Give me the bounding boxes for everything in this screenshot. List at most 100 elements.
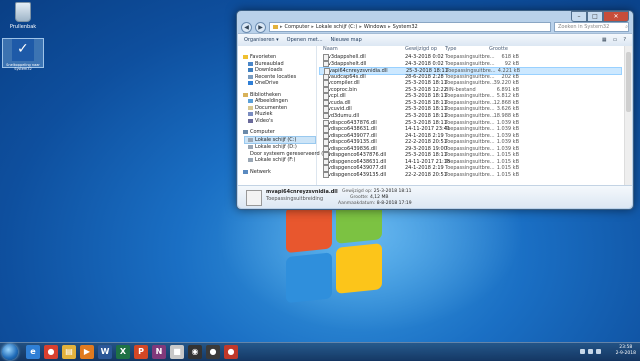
chrome-icon[interactable]: ● (44, 345, 58, 359)
nav-item-onedrive[interactable]: OneDrive (238, 80, 316, 87)
file-row[interactable]: mvdispco6439135.dll 22-2-2018 20:51 Toepas… (319, 139, 622, 146)
file-date: 24-1-2018 2:19 (405, 165, 444, 172)
file-row[interactable]: mvd3dumu.dll 25-3-2018 18:11 Toepassingsui… (319, 112, 622, 120)
file-row[interactable]: mv3dappshell.dll 24-3-2018 0:02 Toepassing… (319, 54, 622, 61)
file-name: mvcpl.dll (323, 93, 346, 100)
file-row[interactable]: mvaudcap64s.dll 28-6-2018 2:28 Toepassings… (319, 73, 622, 81)
desktop-icon-label: Prullenbak (9, 24, 37, 30)
tray-flag-icon[interactable] (580, 349, 585, 354)
file-type: Toepassingsuitbre... (445, 132, 495, 139)
breadcrumb-item[interactable]: Computer (285, 24, 310, 30)
nav-item-drive-c[interactable]: Lokale schijf (C:) (244, 135, 316, 144)
breadcrumb-item[interactable]: Lokale schijf (C:) (316, 24, 357, 30)
sticky-app-icon[interactable]: ■ (170, 345, 184, 359)
tray-volume-icon[interactable] (596, 349, 601, 354)
file-row[interactable]: mvdispgenco6437876.dll 25-3-2018 18:11 Toe… (319, 152, 622, 159)
file-row[interactable]: mvdispgenco6439077.dll 24-1-2018 2:19 Toep… (319, 165, 622, 172)
command-bar: Organiseren ▾ Openen met... Nieuwe map ▦… (238, 33, 632, 47)
file-date: 28-6-2018 2:28 (405, 73, 444, 80)
back-button[interactable]: ◀ (241, 21, 252, 33)
file-row[interactable]: mvdispco6438631.dll 14-11-2017 23:41 Toepa… (319, 126, 622, 133)
column-header-type[interactable]: Type (445, 46, 456, 53)
file-row[interactable]: mvcoproc.bin 25-3-2018 12:22 BIN-bestand 6.… (319, 86, 622, 94)
nav-item-videos[interactable]: Video's (238, 118, 316, 125)
video-icon (248, 118, 253, 123)
details-pane: mvapi64cnreyzsvnidia.dll Toepassingsuitb… (238, 185, 632, 208)
file-date: 25-3-2018 18:11 (405, 119, 447, 126)
breadcrumb-item[interactable]: Windows (364, 24, 386, 30)
file-size: 5.812 kB (496, 93, 519, 100)
obs-icon[interactable]: ● (206, 345, 220, 359)
desktop-icon-recycle-bin[interactable]: Prullenbak (3, 2, 43, 30)
column-header-date[interactable]: Gewijzigd op (405, 46, 437, 53)
internet-explorer-icon[interactable]: e (26, 345, 40, 359)
onenote-icon[interactable]: N (152, 345, 166, 359)
dll-file-icon (246, 190, 262, 206)
minimize-button[interactable]: – (571, 11, 587, 22)
shortcut-icon (12, 39, 34, 61)
help-icon[interactable]: ? (623, 37, 626, 43)
breadcrumb-item[interactable]: System32 (393, 24, 418, 30)
file-list: Naam Gewijzigd op Type Grootte mv3dappsh… (317, 46, 632, 185)
details-file-name: mvapi64cnreyzsvnidia.dll (266, 189, 338, 195)
file-date: 29-3-2018 19:00 (405, 145, 447, 152)
file-date: 25-3-2018 18:11 (405, 152, 447, 159)
explorer-window[interactable]: – □ ✕ ◀ ▶ ▸ Computer ▸ Lokale schijf (C:… (236, 10, 634, 210)
excel-icon[interactable]: X (116, 345, 130, 359)
powerpoint-icon[interactable]: P (134, 345, 148, 359)
search-input[interactable]: Zoeken in System32 ⌕ (554, 22, 629, 32)
forward-button[interactable]: ▶ (255, 21, 266, 33)
file-name: mvdispgenco6439077.dll (323, 165, 387, 172)
file-row[interactable]: mvdispco6437876.dll 25-3-2018 18:11 Toepas… (319, 119, 622, 126)
file-size: 92 kB (504, 60, 519, 67)
window-titlebar[interactable]: – □ ✕ (237, 11, 633, 22)
file-date: 25-3-2018 18:11 (405, 93, 447, 100)
dll-file-icon (323, 152, 329, 159)
file-row[interactable]: mvcuda.dll 25-3-2018 18:11 Toepassingsuitb… (319, 99, 622, 107)
details-file-type: Toepassingsuitbreiding (266, 196, 324, 202)
file-date: 22-2-2018 20:51 (405, 139, 447, 146)
preview-pane-icon[interactable]: ▭ (613, 37, 618, 43)
open-with-button[interactable]: Openen met... (287, 37, 323, 43)
details-size: Grootte: 4,12 MB (350, 195, 389, 200)
file-row[interactable]: mvcuvid.dll 25-3-2018 18:11 Toepassingsuit… (319, 106, 622, 113)
file-row[interactable]: mvdispco6439077.dll 24-1-2018 2:19 Toepass… (319, 132, 622, 140)
scrollbar-thumb[interactable] (626, 52, 631, 112)
nav-network[interactable]: Netwerk (238, 169, 316, 176)
record-icon[interactable]: ● (224, 345, 238, 359)
tray-network-icon[interactable] (588, 349, 593, 354)
clock[interactable]: 23:58 2-9-2018 (616, 345, 636, 357)
file-type: Toepassingsuitbre... (445, 171, 495, 178)
close-button[interactable]: ✕ (603, 11, 629, 22)
video-app-icon[interactable]: ◉ (188, 345, 202, 359)
file-size: 1.039 kB (496, 119, 519, 126)
organize-button[interactable]: Organiseren ▾ (244, 37, 279, 43)
desktop-icon-shortcut[interactable]: Snelkoppeling naar System32 (2, 38, 44, 71)
new-folder-button[interactable]: Nieuwe map (331, 37, 362, 43)
recycle-bin-icon (15, 2, 31, 22)
file-type: Toepassingsuitbre... (445, 139, 495, 146)
start-button[interactable] (2, 344, 18, 360)
maximize-button[interactable]: □ (587, 11, 603, 22)
address-bar[interactable]: ▸ Computer ▸ Lokale schijf (C:) ▸ Window… (269, 22, 551, 32)
file-row[interactable]: mvcompiler.dll 25-3-2018 18:11 Toepassings… (319, 80, 622, 87)
file-size: 1.039 kB (496, 132, 519, 139)
file-row[interactable]: mv3dappshelt.dll 24-3-2018 0:02 Toepassing… (319, 60, 622, 68)
nav-item-drive-f[interactable]: Lokale schijf (F:) (238, 157, 316, 164)
view-options-icon[interactable]: ▦ (602, 37, 607, 43)
column-header-name[interactable]: Naam (323, 46, 338, 53)
file-name: mvcuvid.dll (323, 106, 352, 113)
vertical-scrollbar[interactable] (624, 46, 632, 185)
file-row[interactable]: mvdispco6439836.dll 29-3-2018 19:00 Toepas… (319, 145, 622, 153)
file-explorer-icon[interactable]: ▤ (62, 345, 76, 359)
file-row[interactable]: mvdispgenco6438631.dll 14-11-2017 21:18 To… (319, 158, 622, 166)
column-header-size[interactable]: Grootte (489, 46, 508, 53)
word-icon[interactable]: W (98, 345, 112, 359)
search-icon: ⌕ (625, 24, 628, 30)
media-player-icon[interactable]: ▶ (80, 345, 94, 359)
file-row[interactable]: mvdispgenco6439135.dll 22-2-2018 20:51 Toe… (319, 171, 622, 179)
file-size: 618 kB (501, 54, 519, 60)
details-created: Aanmaakdatum: 8-8-2018 17:19 (338, 201, 412, 206)
file-type: Toepassingsuitbre... (445, 158, 495, 165)
file-row[interactable]: mvcpl.dll 25-3-2018 18:11 Toepassingsuitbr… (319, 93, 622, 100)
